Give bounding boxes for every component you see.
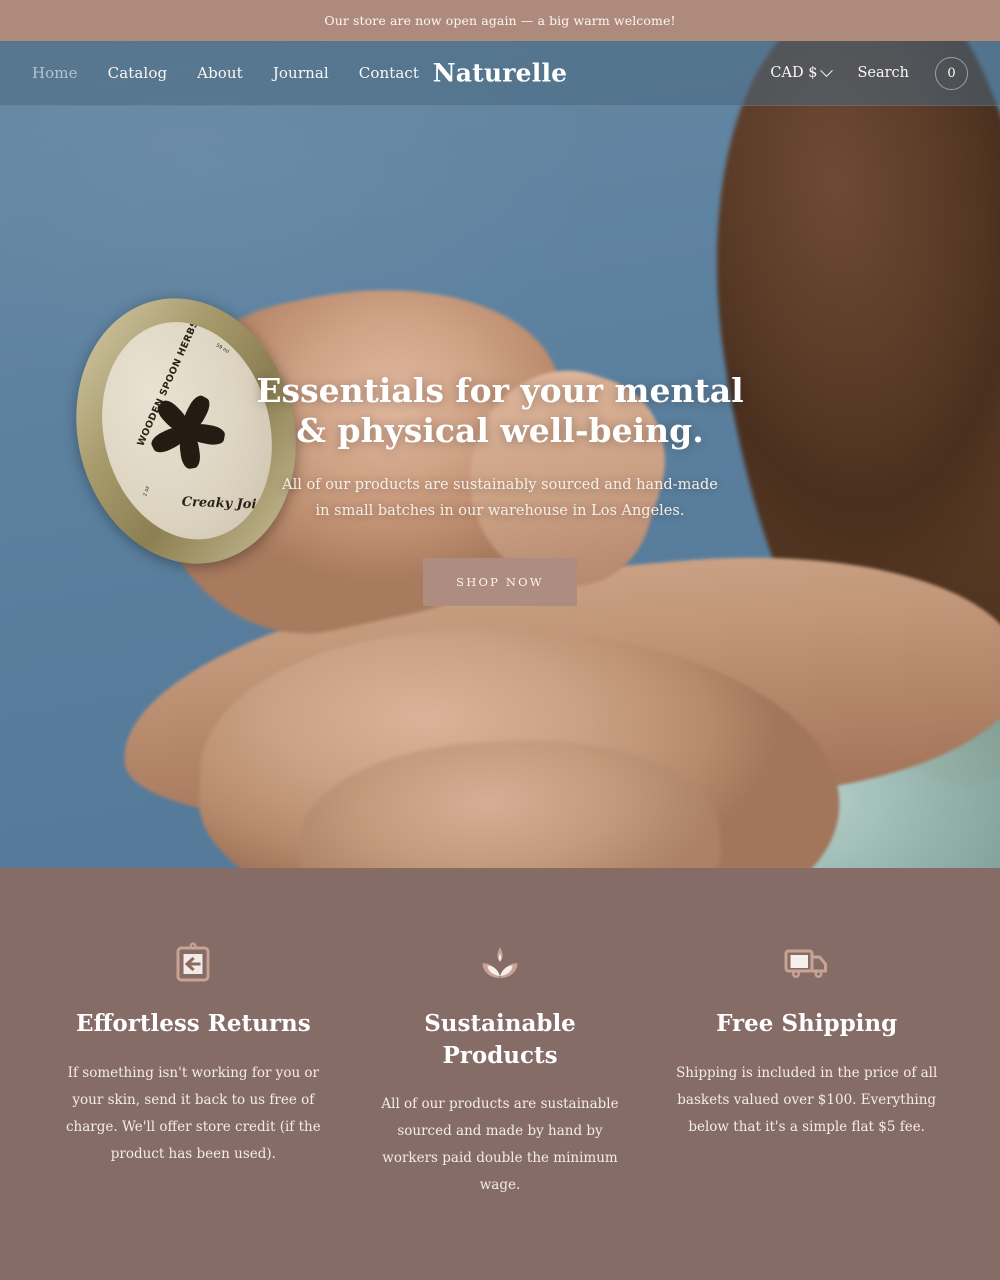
tin-size-metric: 59 ml (214, 342, 230, 356)
feature-sustainable-products: Sustainable Products All of our products… (347, 940, 654, 1280)
feature-effortless-returns: Effortless Returns If something isn't wo… (40, 940, 347, 1280)
chevron-down-icon (820, 63, 834, 77)
feature-body: If something isn't working for you or yo… (65, 1064, 321, 1162)
nav-item-about[interactable]: About (197, 64, 243, 82)
hero-title: Essentials for your mental & physical we… (0, 371, 1000, 452)
currency-label: CAD $ (770, 65, 818, 81)
feature-title: Sustainable Products (424, 1010, 576, 1069)
site-header: Home Catalog About Journal Contact Natur… (0, 41, 1000, 106)
nav-item-catalog[interactable]: Catalog (108, 64, 168, 82)
returns-box-icon (62, 940, 325, 986)
nav-item-contact[interactable]: Contact (359, 64, 419, 82)
feature-title: Effortless Returns (76, 1010, 311, 1037)
cart-count: 0 (947, 65, 956, 81)
header-utilities: CAD $ Search 0 (770, 56, 968, 90)
cart-button[interactable]: 0 (935, 56, 968, 90)
announcement-text: Our store are now open again — a big war… (324, 13, 676, 28)
announcement-bar: Our store are now open again — a big war… (0, 0, 1000, 41)
hero-subtitle: All of our products are sustainably sour… (0, 472, 1000, 526)
hero-content: Essentials for your mental & physical we… (0, 371, 1000, 607)
site-logo-text[interactable]: Naturelle (433, 59, 568, 88)
main-navigation: Home Catalog About Journal Contact (32, 64, 419, 82)
delivery-truck-icon (675, 940, 938, 986)
feature-title: Free Shipping (716, 1010, 898, 1037)
nav-item-home[interactable]: Home (32, 64, 78, 82)
hero-section: WOODEN SPOON HERBS Creaky Joint Salve 59… (0, 41, 1000, 868)
currency-selector[interactable]: CAD $ (770, 63, 834, 81)
nav-item-journal[interactable]: Journal (273, 64, 329, 82)
hero-subtitle-line-1: All of our products are sustainably sour… (282, 476, 718, 493)
hero-title-line-1: Essentials for your mental (256, 371, 744, 410)
search-link[interactable]: Search (857, 65, 909, 81)
features-section: Effortless Returns If something isn't wo… (0, 868, 1000, 1280)
hero-title-line-2: & physical well-being. (296, 411, 704, 451)
shop-now-button[interactable]: SHOP NOW (423, 558, 577, 607)
hero-subtitle-line-2: in small batches in our warehouse in Los… (315, 503, 685, 520)
lotus-sprout-icon (369, 940, 632, 986)
feature-body: All of our products are sustainable sour… (381, 1096, 619, 1194)
feature-body: Shipping is included in the price of all… (676, 1064, 938, 1135)
feature-free-shipping: Free Shipping Shipping is included in th… (653, 940, 960, 1280)
